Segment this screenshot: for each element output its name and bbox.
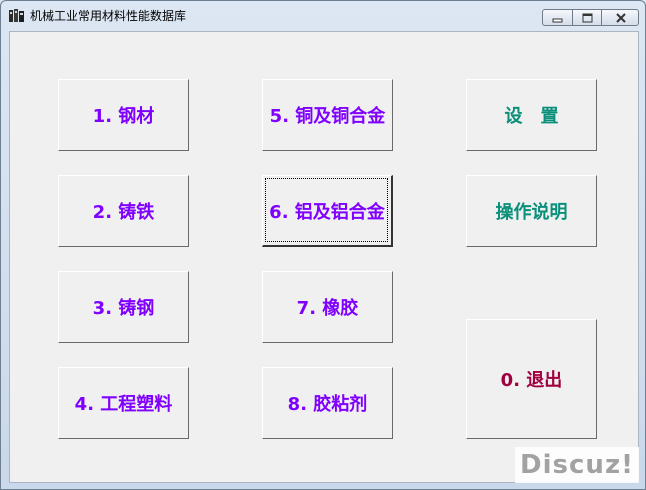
watermark: Discuz! [515, 447, 639, 483]
window-title: 机械工业常用材料性能数据库 [30, 9, 187, 23]
maximize-icon [582, 13, 593, 23]
exit-button[interactable]: 0. 退出 [466, 319, 597, 439]
maximize-button[interactable] [572, 9, 602, 26]
cast-iron-button[interactable]: 2. 铸铁 [58, 175, 189, 247]
minimize-button[interactable] [542, 9, 573, 26]
title-bar[interactable]: 机械工业常用材料性能数据库 [1, 1, 645, 29]
aluminum-alloys-button[interactable]: 6. 铝及铝合金 [262, 175, 393, 247]
close-button[interactable] [601, 9, 639, 26]
rubber-button[interactable]: 7. 橡胶 [262, 271, 393, 343]
steel-button[interactable]: 1. 钢材 [58, 79, 189, 151]
engineering-plastics-button[interactable]: 4. 工程塑料 [58, 367, 189, 439]
cast-steel-button[interactable]: 3. 铸钢 [58, 271, 189, 343]
settings-button[interactable]: 设 置 [466, 79, 597, 151]
close-icon [616, 13, 626, 23]
client-area: 1. 钢材 2. 铸铁 3. 铸钢 4. 工程塑料 5. 铜及铜合金 6. 铝及… [9, 31, 639, 483]
instructions-button[interactable]: 操作说明 [466, 175, 597, 247]
adhesives-button[interactable]: 8. 胶粘剂 [262, 367, 393, 439]
copper-alloys-button[interactable]: 5. 铜及铜合金 [262, 79, 393, 151]
main-window: 机械工业常用材料性能数据库 1. 钢材 2. 铸铁 3. 铸钢 4. 工程塑料 … [0, 0, 646, 490]
app-icon [9, 9, 24, 22]
minimize-icon [552, 18, 563, 23]
